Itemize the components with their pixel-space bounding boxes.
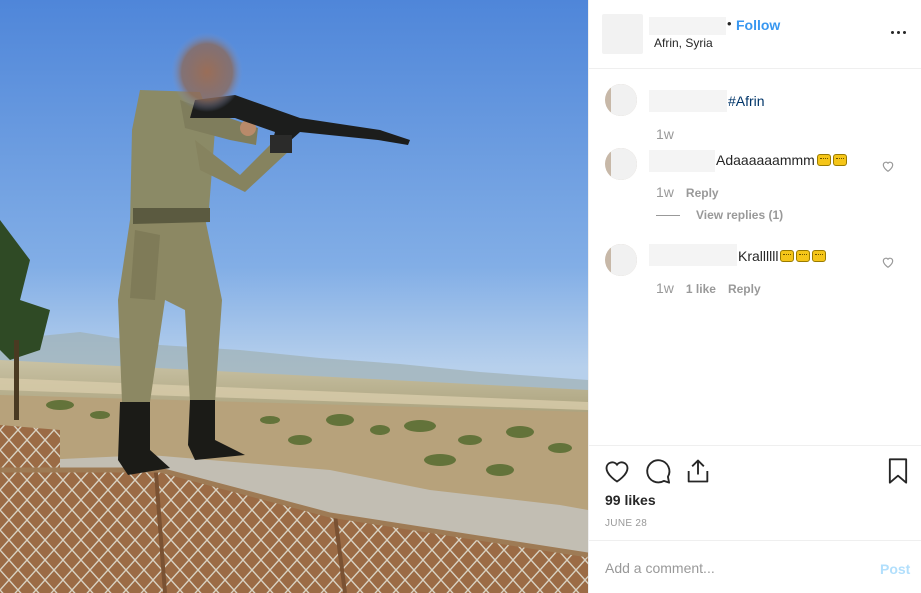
post-photo-image: [0, 0, 588, 593]
author-username-blurred[interactable]: [649, 17, 726, 35]
caption-meta: 1w: [656, 126, 674, 142]
bookmark-icon[interactable]: [884, 457, 912, 485]
emoji-icon: [832, 154, 847, 166]
caption-time[interactable]: 1w: [656, 126, 674, 142]
add-comment-bar: Post: [589, 540, 921, 593]
comment-likes-count[interactable]: 1 like: [686, 282, 716, 296]
like-comment-heart-icon[interactable]: [881, 255, 895, 269]
comment-text: Krallllll: [738, 248, 827, 264]
reply-button[interactable]: Reply: [686, 186, 719, 200]
comment-username-blurred[interactable]: [649, 244, 737, 266]
comment-time[interactable]: 1w: [656, 280, 674, 296]
author-avatar[interactable]: [602, 14, 643, 54]
comment-meta: 1w Reply: [656, 184, 719, 200]
post-actions: 99 likes JUNE 28: [589, 445, 921, 540]
comment-text: Adaaaaaammm: [716, 152, 847, 168]
share-icon[interactable]: [684, 457, 712, 485]
like-comment-heart-icon[interactable]: [881, 159, 895, 173]
post-location[interactable]: Afrin, Syria: [654, 36, 713, 50]
post-photo[interactable]: [0, 0, 588, 593]
comment-username-blurred[interactable]: [649, 150, 715, 172]
emoji-icon: [816, 154, 831, 166]
heart-icon[interactable]: [603, 457, 631, 485]
more-options-icon[interactable]: [889, 22, 909, 42]
comment-body: Krallllll: [738, 248, 779, 264]
comment-time[interactable]: 1w: [656, 184, 674, 200]
post-date[interactable]: JUNE 28: [605, 518, 647, 529]
post-sidebar: • Follow Afrin, Syria #Afrin 1w Adaaaaaa…: [588, 0, 921, 593]
emoji-icon: [796, 250, 811, 262]
header-separator: •: [727, 16, 732, 31]
likes-count[interactable]: 99 likes: [605, 492, 656, 508]
comment-avatar[interactable]: [605, 148, 637, 180]
emoji-icon: [812, 250, 827, 262]
view-replies-button[interactable]: View replies (1): [656, 208, 783, 222]
caption-text: #Afrin: [728, 93, 765, 109]
comment-avatar[interactable]: [605, 244, 637, 276]
caption-username-blurred[interactable]: [649, 90, 727, 112]
reply-button[interactable]: Reply: [728, 282, 761, 296]
comment-icon[interactable]: [644, 457, 672, 485]
post-header: • Follow Afrin, Syria: [589, 0, 921, 69]
view-replies-label: View replies (1): [696, 208, 784, 222]
caption-avatar[interactable]: [605, 84, 637, 116]
hashtag-link[interactable]: #Afrin: [728, 93, 765, 109]
comment-input[interactable]: [605, 557, 860, 579]
comment-body: Adaaaaaammm: [716, 152, 815, 168]
emoji-icon: [780, 250, 795, 262]
comment-list: #Afrin 1w Adaaaaaammm 1w Reply View repli…: [589, 70, 921, 445]
view-replies-line: [656, 215, 680, 217]
follow-button[interactable]: Follow: [736, 17, 780, 33]
post-comment-button[interactable]: Post: [880, 561, 910, 577]
comment-meta: 1w 1 like Reply: [656, 280, 761, 296]
